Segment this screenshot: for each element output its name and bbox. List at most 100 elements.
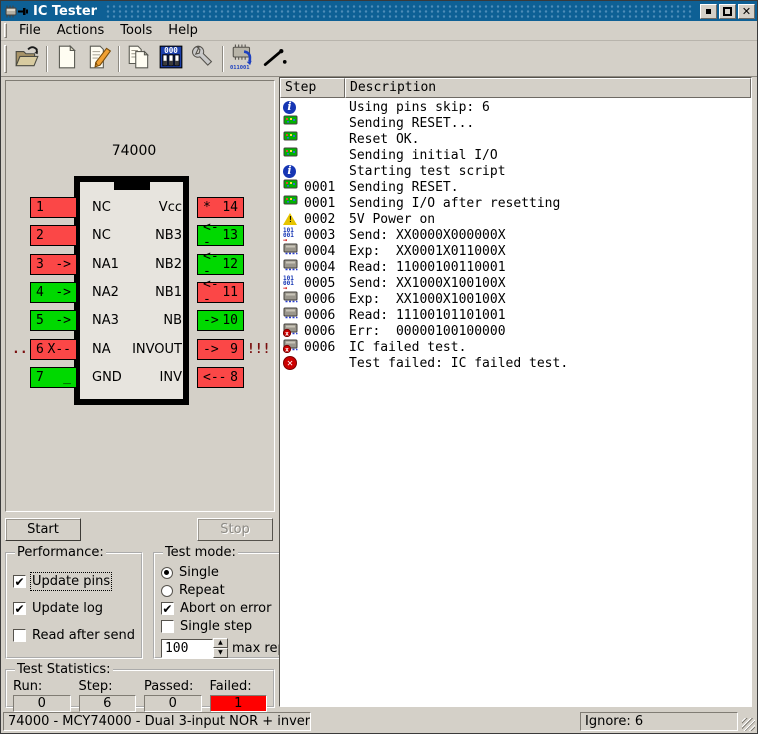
svg-text:x: x <box>285 345 289 353</box>
log-step-number: 0002 <box>300 212 343 227</box>
log-column-description[interactable]: Description <box>345 78 751 98</box>
log-row[interactable]: x0006IC failed test. <box>280 339 751 355</box>
log-row[interactable]: 0004Read: 11000100110001 <box>280 259 751 275</box>
menu-help[interactable]: Help <box>160 21 206 40</box>
test-mode-group-title: Test mode: <box>163 545 238 560</box>
log-row[interactable]: 0001Sending I/O after resetting <box>280 195 751 211</box>
pin-direction-marker: X-- <box>48 342 71 357</box>
start-button[interactable]: Start <box>5 518 81 541</box>
menu-actions[interactable]: Actions <box>49 21 113 40</box>
close-button[interactable]: ✕ <box>738 4 755 19</box>
open-file-icon <box>14 44 40 74</box>
log-step-number: 0004 <box>300 244 343 259</box>
mode-abort-on-error-checkbox[interactable]: ✔ <box>161 602 174 615</box>
perf-read-after-send-checkbox[interactable] <box>13 629 26 642</box>
main-area: 74000 1NCVcc*142NCNB3<--133->NA1NB2<--12… <box>1 77 757 709</box>
pin-row: 3->NA1NB2<--12 <box>12 253 268 275</box>
max-rep-spinner: ▲ ▼ <box>213 638 228 658</box>
minimize-button[interactable] <box>700 4 717 19</box>
pin-name-label: INV <box>160 370 182 385</box>
menu-tools[interactable]: Tools <box>112 21 160 40</box>
log-row[interactable]: Sending initial I/O <box>280 147 751 163</box>
pin-7-box: 7_ <box>30 367 77 388</box>
new-file-button[interactable] <box>51 44 83 74</box>
pin-number: 7 <box>36 370 44 385</box>
pin-number: 1 <box>36 200 44 215</box>
test-statistics-title: Test Statistics: <box>15 662 113 677</box>
log-description: Read: 11000100110001 <box>343 260 506 275</box>
mode-single-label: Single <box>179 565 219 580</box>
pin-name-label: INVOUT <box>132 342 182 357</box>
mode-abort-on-error-row: ✔ Abort on error <box>161 601 290 616</box>
toolbar-grip[interactable] <box>4 45 7 73</box>
chip-diagram-canvas: 74000 1NCVcc*142NCNB3<--133->NA1NB2<--12… <box>5 80 275 512</box>
perf-update-pins-checkbox[interactable]: ✔ <box>13 575 26 588</box>
pin-number: 14 <box>222 200 238 215</box>
tools-button[interactable] <box>187 44 219 74</box>
toolbar-group <box>51 44 115 74</box>
perf-update-log-label: Update log <box>32 601 103 616</box>
edit-test-icon <box>86 44 112 74</box>
menubar-grip[interactable] <box>4 23 7 38</box>
copy-button[interactable] <box>123 44 155 74</box>
perf-update-pins-row: ✔Update pins <box>13 574 135 589</box>
log-header: Step Description <box>280 78 751 98</box>
log-row[interactable]: iStarting test script <box>280 163 751 179</box>
pin-number: 8 <box>230 370 238 385</box>
log-row[interactable]: Sending RESET... <box>280 115 751 131</box>
perf-read-after-send-row: Read after send <box>13 628 135 643</box>
log-step-number: 0006 <box>300 308 343 323</box>
log-description: Test failed: IC failed test. <box>343 356 568 371</box>
log-row[interactable]: 0001Sending RESET. <box>280 179 751 195</box>
run-test-button[interactable]: 011001 <box>227 44 259 74</box>
mode-single-step-row: Single step <box>161 619 290 634</box>
toolbar-group: 000 <box>123 44 219 74</box>
pin-number: 3 <box>36 257 44 272</box>
spin-down-icon[interactable]: ▼ <box>213 648 228 658</box>
pin-14-box: *14 <box>197 197 244 218</box>
log-column-step[interactable]: Step <box>280 78 345 98</box>
log-row[interactable]: 0004Exp: XX0001X011000X <box>280 243 751 259</box>
pin-number: 2 <box>36 228 44 243</box>
log-row[interactable]: 0006Read: 11100101101001 <box>280 307 751 323</box>
maximize-button[interactable] <box>719 4 736 19</box>
info-icon: i <box>283 164 300 179</box>
pin-direction-marker: -> <box>55 313 71 328</box>
log-row[interactable]: !00025V Power on <box>280 211 751 227</box>
toolbar-separator <box>46 46 48 72</box>
pin-name-label: NC <box>92 200 111 215</box>
log-row[interactable]: iUsing pins skip: 6 <box>280 99 751 115</box>
dip-switch-icon: 000 <box>158 44 184 74</box>
mode-single-step-checkbox[interactable] <box>161 620 174 633</box>
minimize-icon <box>706 9 711 14</box>
perf-update-log-checkbox[interactable]: ✔ <box>13 602 26 615</box>
stop-button[interactable]: Stop <box>197 518 273 541</box>
log-row[interactable]: x0006Err: 00000100100000 <box>280 323 751 339</box>
log-row[interactable]: 101001→0003Send: XX0000X000000X <box>280 227 751 243</box>
mode-abort-on-error-label: Abort on error <box>180 601 271 616</box>
svg-text:000: 000 <box>164 46 178 55</box>
mode-repeat-radio[interactable] <box>161 585 173 597</box>
log-row[interactable]: Reset OK. <box>280 131 751 147</box>
log-description: Send: XX1000X100100X <box>343 276 506 291</box>
log-row[interactable]: 101001→0005Send: XX1000X100100X <box>280 275 751 291</box>
pin-direction-marker: -> <box>203 342 219 357</box>
pin-number: 4 <box>36 285 44 300</box>
mode-single-radio[interactable] <box>161 567 173 579</box>
pin-6-box: 6X-- <box>30 339 77 360</box>
edit-test-button[interactable] <box>83 44 115 74</box>
log-row[interactable]: 0006Exp: XX1000X100100X <box>280 291 751 307</box>
menu-file[interactable]: File <box>11 21 49 40</box>
pin-name-label: NB1 <box>155 285 182 300</box>
pin-direction-marker: -> <box>55 257 71 272</box>
chip-read-icon <box>283 260 300 275</box>
stat-label: Run: <box>13 679 71 694</box>
dip-switch-button[interactable]: 000 <box>155 44 187 74</box>
max-rep-input[interactable] <box>161 639 213 658</box>
resize-grip[interactable] <box>742 718 755 731</box>
probe-button[interactable] <box>259 44 291 74</box>
send-icon: 101001→ <box>283 228 300 243</box>
log-row[interactable]: ✕Test failed: IC failed test. <box>280 355 751 371</box>
open-file-button[interactable] <box>11 44 43 74</box>
spin-up-icon[interactable]: ▲ <box>213 638 228 648</box>
